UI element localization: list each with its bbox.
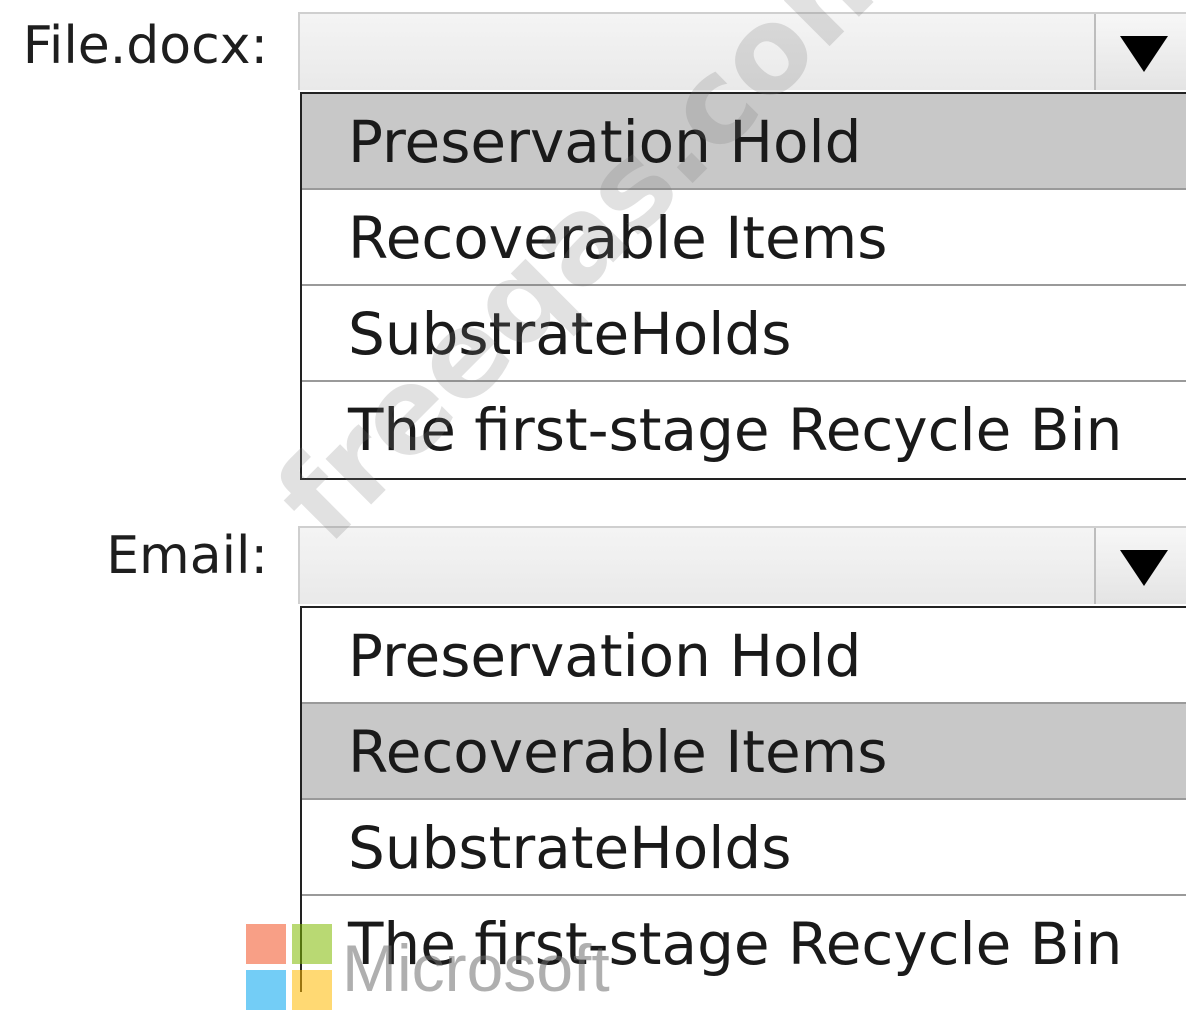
- email-option-preservation-hold[interactable]: Preservation Hold: [302, 608, 1186, 704]
- microsoft-logo: [246, 924, 332, 1010]
- file-docx-select[interactable]: [298, 12, 1186, 90]
- logo-square-yellow: [292, 970, 332, 1010]
- chevron-down-icon: [1120, 550, 1168, 586]
- email-select[interactable]: [298, 526, 1186, 604]
- email-label: Email:: [106, 526, 268, 586]
- email-dropdown-button[interactable]: [1094, 528, 1186, 604]
- chevron-down-icon: [1120, 36, 1168, 72]
- logo-square-green: [292, 924, 332, 964]
- file-docx-options: Preservation Hold Recoverable Items Subs…: [300, 92, 1186, 480]
- email-options: Preservation Hold Recoverable Items Subs…: [300, 606, 1186, 992]
- logo-square-red: [246, 924, 286, 964]
- file-docx-option-substrateholds[interactable]: SubstrateHolds: [302, 286, 1186, 382]
- file-docx-option-recycle-bin[interactable]: The first-stage Recycle Bin: [302, 382, 1186, 478]
- email-option-substrateholds[interactable]: SubstrateHolds: [302, 800, 1186, 896]
- file-docx-option-preservation-hold[interactable]: Preservation Hold: [302, 94, 1186, 190]
- file-docx-dropdown-button[interactable]: [1094, 14, 1186, 90]
- file-docx-option-recoverable-items[interactable]: Recoverable Items: [302, 190, 1186, 286]
- file-docx-label: File.docx:: [22, 16, 268, 76]
- email-option-recoverable-items[interactable]: Recoverable Items: [302, 704, 1186, 800]
- logo-square-blue: [246, 970, 286, 1010]
- email-option-recycle-bin[interactable]: The first-stage Recycle Bin: [302, 896, 1186, 992]
